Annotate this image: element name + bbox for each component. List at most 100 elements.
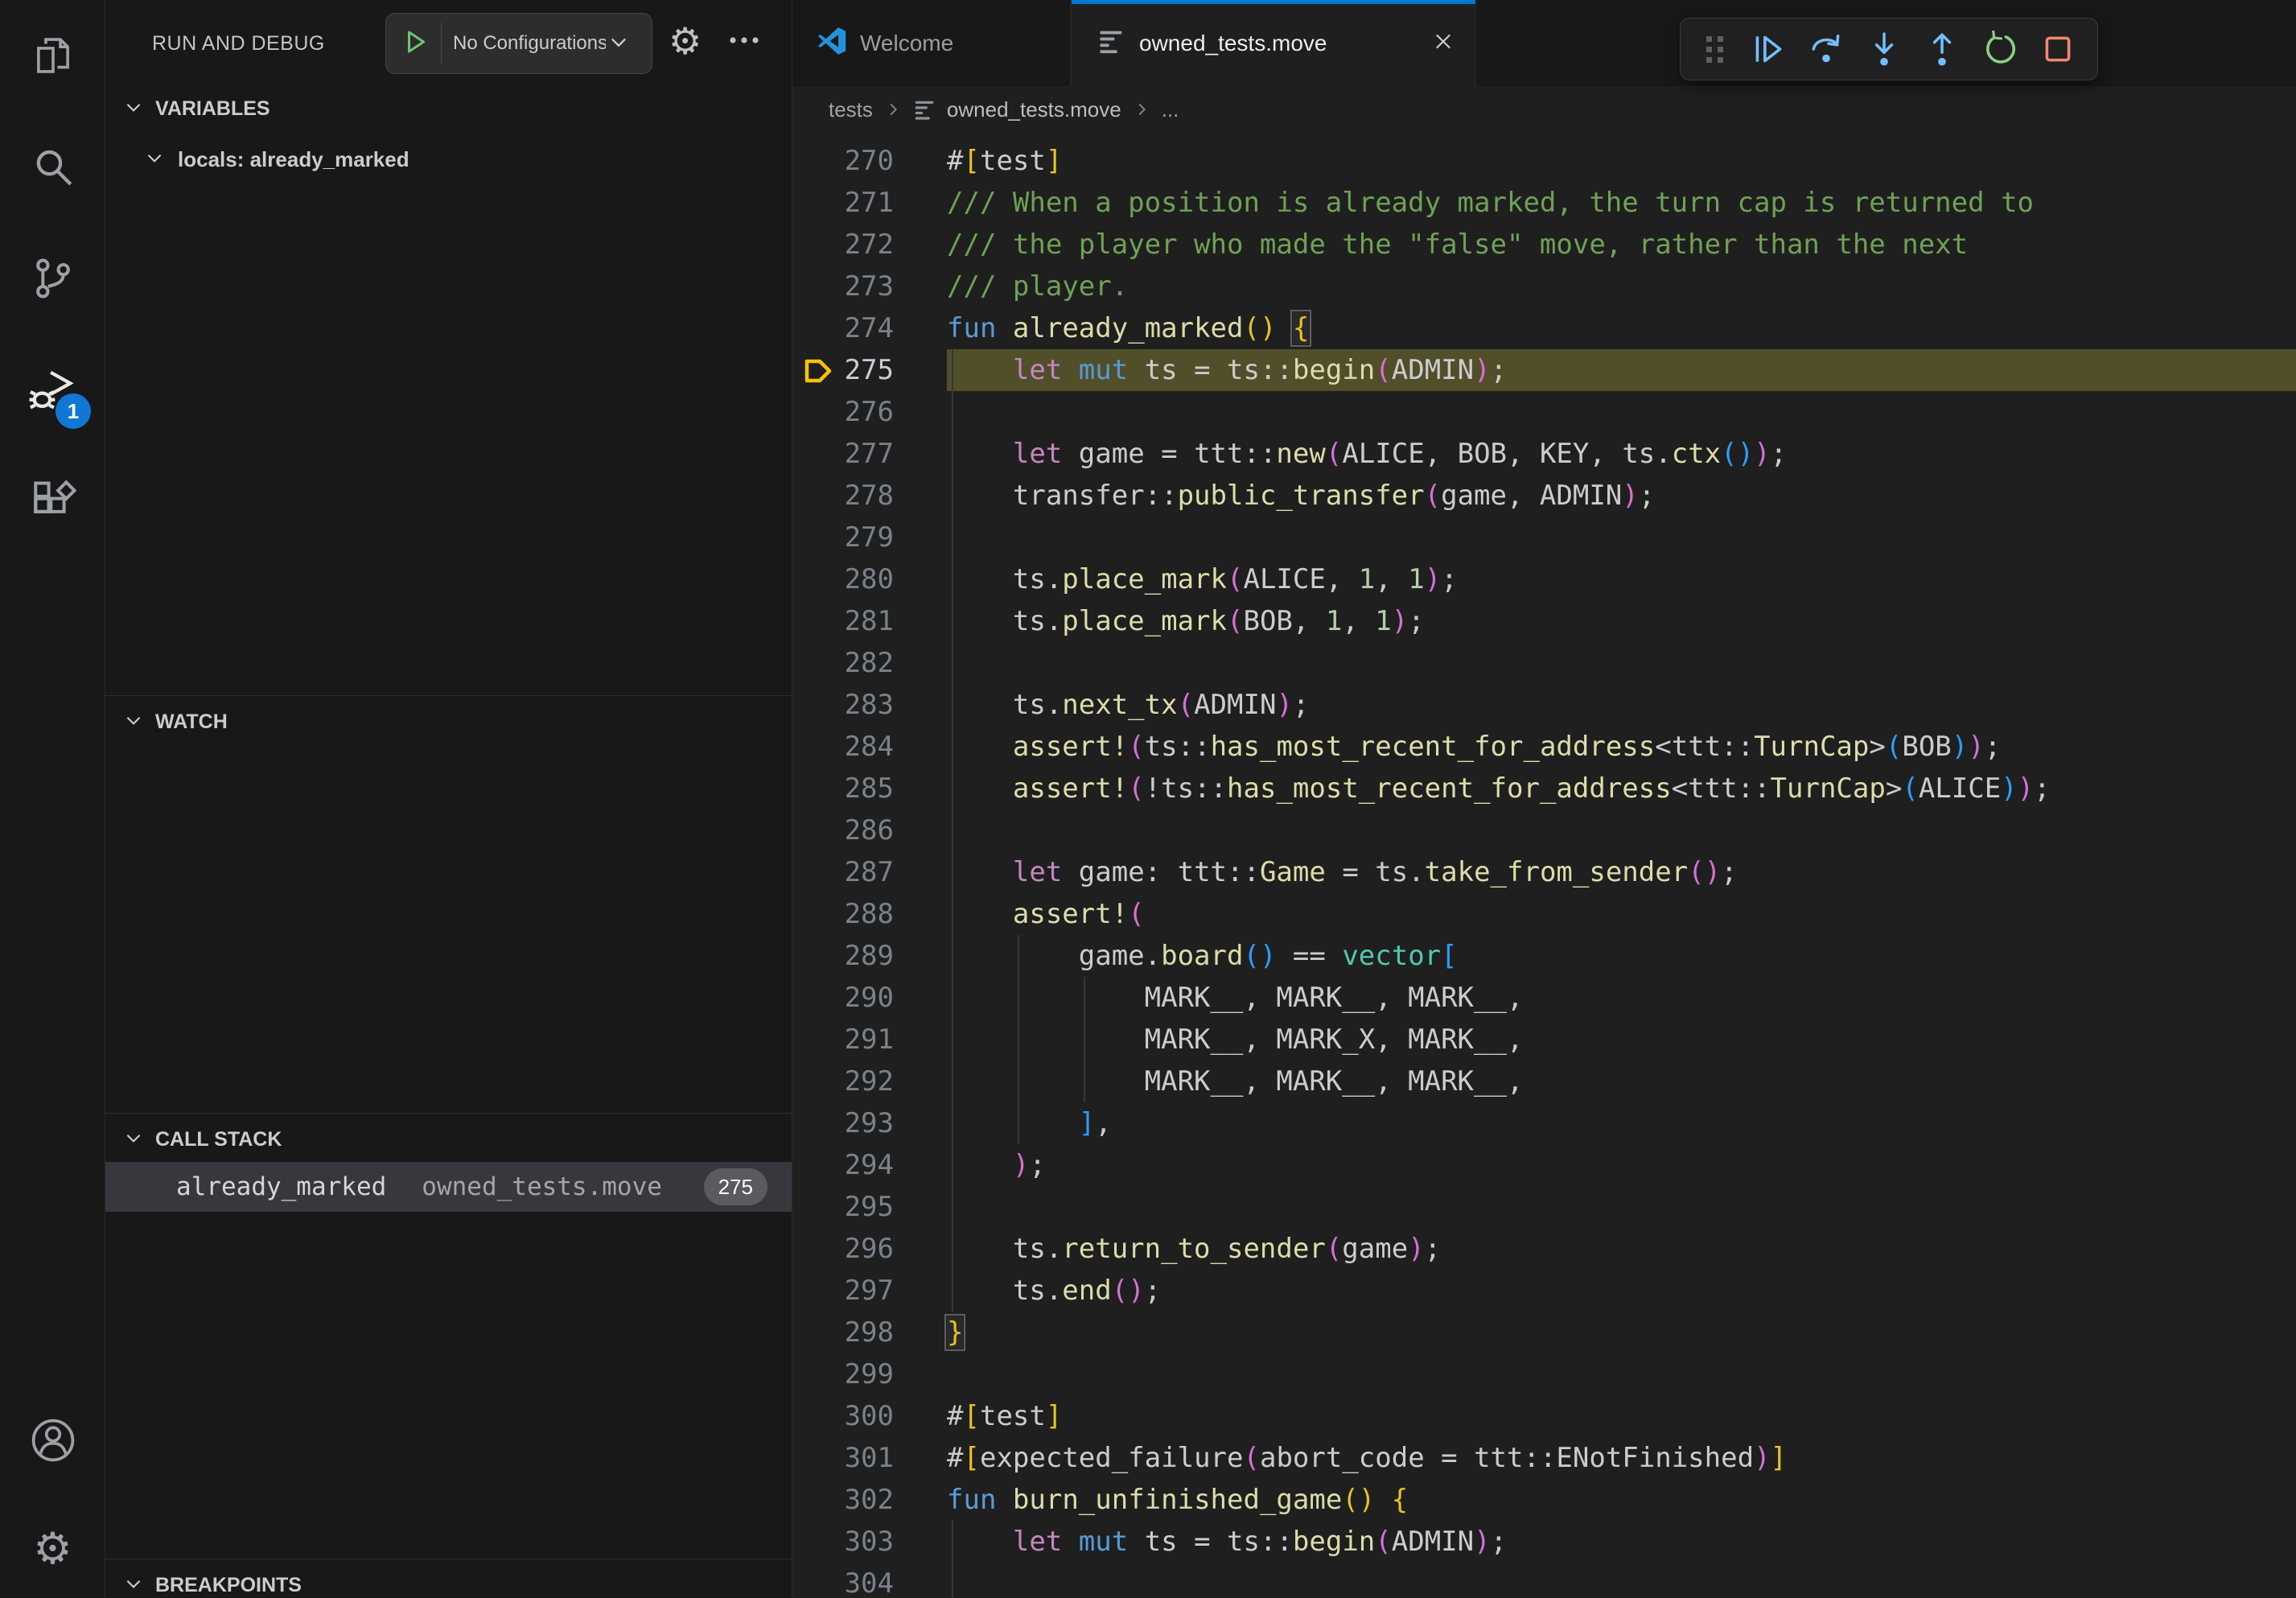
- line-gutter[interactable]: 301: [792, 1437, 947, 1479]
- code-line[interactable]: 295: [792, 1186, 2296, 1228]
- line-content[interactable]: MARK__, MARK_X, MARK__,: [947, 1019, 2296, 1061]
- line-gutter[interactable]: 281: [792, 600, 947, 642]
- code-line[interactable]: 290 MARK__, MARK__, MARK__,: [792, 977, 2296, 1019]
- line-content[interactable]: assert!(ts::has_most_recent_for_address<…: [947, 726, 2296, 768]
- line-gutter[interactable]: 287: [792, 851, 947, 893]
- code-line[interactable]: 285 assert!(!ts::has_most_recent_for_add…: [792, 768, 2296, 809]
- line-gutter[interactable]: 292: [792, 1061, 947, 1102]
- code-line[interactable]: 300 #[test]: [792, 1395, 2296, 1437]
- line-gutter[interactable]: 273: [792, 266, 947, 307]
- code-line[interactable]: 277 let game = ttt::new(ALICE, BOB, KEY,…: [792, 433, 2296, 475]
- code-editor[interactable]: 270 #[test] 271 /// When a position is a…: [792, 133, 2296, 1598]
- code-line[interactable]: 279: [792, 517, 2296, 558]
- line-content[interactable]: game.board() == vector[: [947, 935, 2296, 977]
- start-debug-icon[interactable]: [401, 27, 430, 60]
- code-line[interactable]: 303 let mut ts = ts::begin(ADMIN);: [792, 1521, 2296, 1563]
- section-watch[interactable]: WATCH: [105, 697, 792, 747]
- code-line[interactable]: 302 fun burn_unfinished_game() {: [792, 1479, 2296, 1521]
- line-content[interactable]: assert!(: [947, 893, 2296, 935]
- views-more-icon[interactable]: [726, 32, 762, 52]
- line-gutter[interactable]: 299: [792, 1353, 947, 1395]
- restart-icon[interactable]: [1981, 31, 2018, 68]
- line-gutter[interactable]: 293: [792, 1102, 947, 1144]
- line-gutter[interactable]: 290: [792, 977, 947, 1019]
- line-content[interactable]: #[test]: [947, 1395, 2296, 1437]
- code-line[interactable]: 274 fun already_marked() {: [792, 307, 2296, 349]
- line-content[interactable]: #[test]: [947, 140, 2296, 182]
- code-line[interactable]: 294 );: [792, 1144, 2296, 1186]
- code-line[interactable]: 287 let game: ttt::Game = ts.take_from_s…: [792, 851, 2296, 893]
- code-line[interactable]: 270 #[test]: [792, 140, 2296, 182]
- section-divider[interactable]: [105, 1113, 792, 1114]
- code-line[interactable]: 304: [792, 1563, 2296, 1598]
- code-line[interactable]: 291 MARK__, MARK_X, MARK__,: [792, 1019, 2296, 1061]
- code-line[interactable]: 272 /// the player who made the "false" …: [792, 224, 2296, 266]
- line-content[interactable]: ts.end();: [947, 1270, 2296, 1312]
- code-line[interactable]: 286: [792, 809, 2296, 851]
- line-gutter[interactable]: 275: [792, 349, 947, 391]
- account-icon[interactable]: [0, 1396, 105, 1485]
- code-line[interactable]: 289 game.board() == vector[: [792, 935, 2296, 977]
- line-gutter[interactable]: 296: [792, 1228, 947, 1270]
- line-content[interactable]: /// When a position is already marked, t…: [947, 182, 2296, 224]
- line-gutter[interactable]: 288: [792, 893, 947, 935]
- line-content[interactable]: [947, 517, 2296, 558]
- breadcrumb-symbol[interactable]: ...: [1162, 97, 1179, 122]
- line-content[interactable]: ],: [947, 1102, 2296, 1144]
- code-line[interactable]: 280 ts.place_mark(ALICE, 1, 1);: [792, 558, 2296, 600]
- line-content[interactable]: [947, 1353, 2296, 1395]
- line-content[interactable]: ts.place_mark(BOB, 1, 1);: [947, 600, 2296, 642]
- source-control-icon[interactable]: [0, 234, 105, 323]
- line-gutter[interactable]: 270: [792, 140, 947, 182]
- variables-scope-locals[interactable]: locals: already_marked: [105, 135, 792, 183]
- section-divider[interactable]: [105, 695, 792, 696]
- extensions-icon[interactable]: [0, 459, 105, 547]
- line-gutter[interactable]: 271: [792, 182, 947, 224]
- line-gutter[interactable]: 302: [792, 1479, 947, 1521]
- line-content[interactable]: ts.return_to_sender(game);: [947, 1228, 2296, 1270]
- line-gutter[interactable]: 276: [792, 391, 947, 433]
- line-gutter[interactable]: 277: [792, 433, 947, 475]
- line-gutter[interactable]: 284: [792, 726, 947, 768]
- line-gutter[interactable]: 289: [792, 935, 947, 977]
- explorer-icon[interactable]: [0, 11, 105, 100]
- code-line[interactable]: 281 ts.place_mark(BOB, 1, 1);: [792, 600, 2296, 642]
- line-gutter[interactable]: 278: [792, 475, 947, 517]
- line-gutter[interactable]: 303: [792, 1521, 947, 1563]
- debug-settings-gear-icon[interactable]: ⚙: [669, 23, 702, 60]
- code-line[interactable]: 292 MARK__, MARK__, MARK__,: [792, 1061, 2296, 1102]
- code-line[interactable]: 298 }: [792, 1312, 2296, 1353]
- line-content[interactable]: transfer::public_transfer(game, ADMIN);: [947, 475, 2296, 517]
- line-gutter[interactable]: 294: [792, 1144, 947, 1186]
- step-over-icon[interactable]: [1808, 31, 1845, 68]
- line-content[interactable]: assert!(!ts::has_most_recent_for_address…: [947, 768, 2296, 809]
- code-line[interactable]: 271 /// When a position is already marke…: [792, 182, 2296, 224]
- line-content[interactable]: MARK__, MARK__, MARK__,: [947, 977, 2296, 1019]
- line-content[interactable]: MARK__, MARK__, MARK__,: [947, 1061, 2296, 1102]
- code-line[interactable]: 297 ts.end();: [792, 1270, 2296, 1312]
- line-content[interactable]: let game: ttt::Game = ts.take_from_sende…: [947, 851, 2296, 893]
- code-line[interactable]: 296 ts.return_to_sender(game);: [792, 1228, 2296, 1270]
- line-gutter[interactable]: 298: [792, 1312, 947, 1353]
- code-line[interactable]: 283 ts.next_tx(ADMIN);: [792, 684, 2296, 726]
- line-gutter[interactable]: 274: [792, 307, 947, 349]
- line-content[interactable]: );: [947, 1144, 2296, 1186]
- line-content[interactable]: let game = ttt::new(ALICE, BOB, KEY, ts.…: [947, 433, 2296, 475]
- code-line[interactable]: 288 assert!(: [792, 893, 2296, 935]
- line-content[interactable]: [947, 1186, 2296, 1228]
- line-content[interactable]: /// the player who made the "false" move…: [947, 224, 2296, 266]
- tab-owned-tests-move[interactable]: owned_tests.move: [1071, 0, 1476, 86]
- line-content[interactable]: #[expected_failure(abort_code = ttt::ENo…: [947, 1437, 2296, 1479]
- breadcrumb-file[interactable]: owned_tests.move: [947, 97, 1121, 122]
- code-line[interactable]: 293 ],: [792, 1102, 2296, 1144]
- line-content[interactable]: let mut ts = ts::begin(ADMIN);: [947, 1521, 2296, 1563]
- section-variables[interactable]: VARIABLES: [105, 84, 792, 134]
- settings-gear-icon[interactable]: ⚙: [0, 1505, 105, 1593]
- continue-icon[interactable]: [1750, 31, 1787, 68]
- code-line[interactable]: 284 assert!(ts::has_most_recent_for_addr…: [792, 726, 2296, 768]
- line-gutter[interactable]: 285: [792, 768, 947, 809]
- debug-config-dropdown[interactable]: No Configurations: [385, 13, 652, 74]
- code-line[interactable]: 278 transfer::public_transfer(game, ADMI…: [792, 475, 2296, 517]
- line-content[interactable]: fun already_marked() {: [947, 307, 2296, 349]
- line-gutter[interactable]: 300: [792, 1395, 947, 1437]
